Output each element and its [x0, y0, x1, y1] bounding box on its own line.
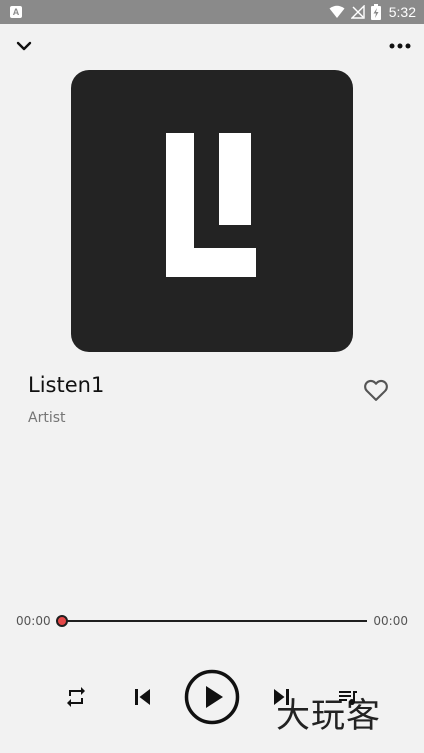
status-icons: 5:32 [329, 0, 416, 24]
play-circle-icon [184, 669, 240, 725]
total-time: 00:00 [373, 614, 408, 628]
collapse-button[interactable] [12, 34, 36, 58]
seek-bar[interactable] [56, 615, 367, 627]
heart-outline-icon [364, 379, 388, 401]
repeat-button[interactable] [62, 683, 90, 711]
watermark-text: 大玩客 [276, 696, 381, 736]
status-time: 5:32 [388, 4, 416, 20]
signal-icon [350, 5, 365, 19]
skip-previous-icon [135, 689, 150, 705]
notification-app-icon: A [10, 6, 22, 18]
favorite-button[interactable] [362, 376, 390, 404]
chevron-down-icon [16, 41, 32, 51]
wifi-icon [329, 5, 345, 18]
more-options-button[interactable] [388, 34, 412, 58]
album-art [71, 70, 353, 352]
seek-bar-thumb[interactable] [56, 615, 68, 627]
battery-charging-icon [370, 4, 381, 20]
app-logo-icon [166, 133, 256, 277]
previous-button[interactable] [128, 683, 156, 711]
track-title: Listen1 [28, 373, 105, 397]
play-button[interactable] [184, 669, 240, 725]
current-time: 00:00 [16, 614, 51, 628]
more-horizontal-icon [389, 43, 411, 49]
track-artist[interactable]: Artist [28, 410, 66, 426]
status-bar: A 5:32 [0, 0, 424, 24]
repeat-icon [67, 687, 85, 707]
